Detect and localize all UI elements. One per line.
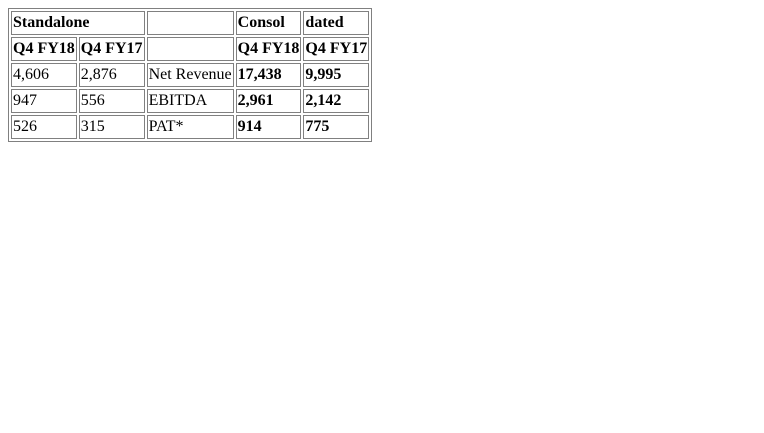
consolidated-q4fy18-cell: 17,438 xyxy=(235,63,302,87)
standalone-q4fy18-cell: 947 xyxy=(11,89,77,113)
metric-label-cell: Net Revenue xyxy=(146,63,234,87)
table-row: 947 556 EBITDA 2,961 2,142 xyxy=(11,89,370,113)
standalone-header: Standalone xyxy=(11,11,145,35)
standalone-q4fy18-header: Q4 FY18 xyxy=(11,37,77,61)
consolidated-q4fy17-cell: 2,142 xyxy=(303,89,370,113)
table-header-row-2: Q4 FY18 Q4 FY17 Q4 FY18 Q4 FY17 xyxy=(11,37,370,61)
consolidated-header-right: dated xyxy=(303,11,370,35)
standalone-q4fy17-cell: 2,876 xyxy=(78,63,145,87)
consolidated-q4fy18-cell: 914 xyxy=(235,115,302,139)
consolidated-q4fy17-cell: 9,995 xyxy=(303,63,370,87)
financial-results-table: Standalone Consol dated Q4 FY18 Q4 FY17 … xyxy=(8,8,373,142)
consolidated-q4fy17-header: Q4 FY17 xyxy=(303,37,370,61)
consolidated-q4fy17-cell: 775 xyxy=(303,115,370,139)
table-row: 4,606 2,876 Net Revenue 17,438 9,995 xyxy=(11,63,370,87)
empty-header-cell xyxy=(146,11,234,35)
standalone-q4fy17-cell: 556 xyxy=(78,89,145,113)
table-header-row-1: Standalone Consol dated xyxy=(11,11,370,35)
consolidated-header-left: Consol xyxy=(235,11,302,35)
standalone-q4fy17-cell: 315 xyxy=(78,115,145,139)
standalone-q4fy18-cell: 526 xyxy=(11,115,77,139)
standalone-q4fy17-header: Q4 FY17 xyxy=(78,37,145,61)
standalone-q4fy18-cell: 4,606 xyxy=(11,63,77,87)
empty-header-cell xyxy=(146,37,234,61)
table-row: 526 315 PAT* 914 775 xyxy=(11,115,370,139)
consolidated-q4fy18-cell: 2,961 xyxy=(235,89,302,113)
metric-label-cell: EBITDA xyxy=(146,89,234,113)
metric-label-cell: PAT* xyxy=(146,115,234,139)
consolidated-q4fy18-header: Q4 FY18 xyxy=(235,37,302,61)
